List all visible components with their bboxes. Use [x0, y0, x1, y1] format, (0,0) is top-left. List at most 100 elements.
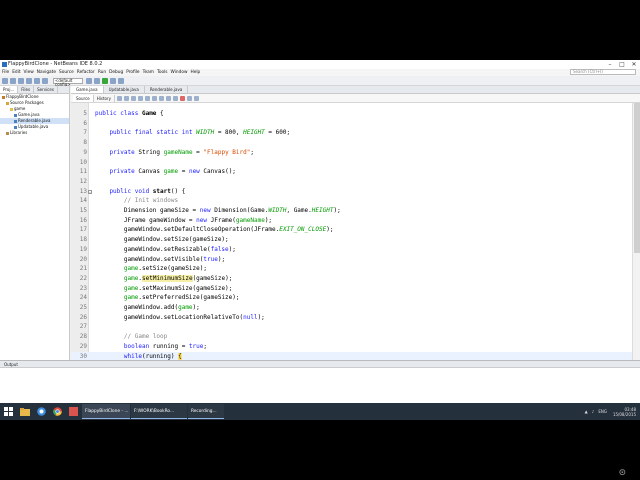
build-icon[interactable]	[86, 77, 92, 84]
shift-left-icon[interactable]	[165, 95, 171, 101]
menu-run[interactable]: Run	[98, 69, 106, 76]
taskbar-explorer[interactable]: F:\WORK\BookRo...	[131, 404, 187, 419]
tab-game-java[interactable]: Game.java	[71, 86, 104, 93]
code-line[interactable]: 23 game.setMaximumSize(gameSize);	[71, 284, 632, 294]
code-line[interactable]: 15 Dimension gameSize = new Dimension(Ga…	[71, 206, 632, 216]
code-line[interactable]: 24 game.setPreferredSize(gameSize);	[71, 293, 632, 303]
run-icon[interactable]	[102, 77, 108, 84]
stop-macro-icon[interactable]	[179, 95, 185, 101]
code-line[interactable]: 13 public void start() {−	[71, 187, 632, 197]
undo-icon[interactable]	[34, 77, 40, 84]
tab-projects[interactable]: Proj...	[0, 86, 19, 93]
code-line[interactable]: 14 // Init windows	[71, 196, 632, 206]
open-project-icon[interactable]	[18, 77, 24, 84]
code-line[interactable]: 30 while(running) {	[71, 351, 632, 360]
close-icon[interactable]: ✕	[628, 60, 640, 69]
code-line[interactable]: 18 gameWindow.setSize(gameSize);	[71, 235, 632, 245]
shift-right-icon[interactable]	[172, 95, 178, 101]
save-all-icon[interactable]	[26, 77, 32, 84]
menu-help[interactable]: Help	[190, 69, 200, 76]
code-line[interactable]: 19 gameWindow.setResizable(false);	[71, 245, 632, 255]
title-bar: FlappyBirdClone - NetBeans IDE 8.0.2 – □…	[0, 60, 640, 69]
menu-file[interactable]: File	[2, 69, 9, 76]
forward-icon[interactable]	[123, 95, 129, 101]
code-line[interactable]: 26 gameWindow.setLocationRelativeTo(null…	[71, 313, 632, 323]
tab-updatable-java[interactable]: Updatable.java	[104, 86, 145, 93]
code-line[interactable]: 10	[71, 158, 632, 168]
code-text: JFrame gameWindow = new JFrame(gameName)…	[95, 217, 272, 224]
browser-icon[interactable]	[33, 403, 49, 420]
taskbar: FlappyBirdClone - ... F:\WORK\BookRo... …	[0, 403, 640, 420]
code-line[interactable]: 8	[71, 138, 632, 148]
menu-debug[interactable]: Debug	[109, 69, 123, 76]
scrollbar-thumb[interactable]	[634, 103, 640, 253]
toggle-highlight-icon[interactable]	[151, 95, 157, 101]
menu-team[interactable]: Team	[143, 69, 154, 76]
code-line[interactable]: 27	[71, 322, 632, 332]
tab-output[interactable]: Output	[4, 362, 18, 367]
bookmark-icon[interactable]	[158, 95, 164, 101]
menu-tools[interactable]: Tools	[157, 69, 168, 76]
clean-build-icon[interactable]	[94, 77, 100, 84]
code-line[interactable]: 6	[71, 119, 632, 129]
comment-icon[interactable]	[186, 95, 192, 101]
code-line[interactable]: 12	[71, 177, 632, 187]
search-input[interactable]: Search (Ctrl+I)	[570, 69, 636, 75]
menu-edit[interactable]: Edit	[12, 69, 20, 76]
tab-services[interactable]: Services	[34, 86, 58, 93]
code-line[interactable]: 25 gameWindow.add(game);	[71, 303, 632, 313]
file-explorer-icon[interactable]	[17, 403, 33, 420]
taskbar-recording[interactable]: Recording...	[188, 404, 224, 419]
network-icon[interactable]: ▲	[585, 409, 588, 414]
code-line[interactable]: 5 public class Game {	[71, 109, 632, 119]
taskbar-netbeans[interactable]: FlappyBirdClone - ...	[82, 404, 130, 419]
tab-files[interactable]: Files	[18, 86, 35, 93]
profile-icon[interactable]	[118, 77, 124, 84]
windows-start-icon[interactable]	[0, 403, 17, 420]
back-icon[interactable]	[116, 95, 122, 101]
tab-renderable-java[interactable]: Renderable.java	[145, 86, 189, 93]
code-line[interactable]: 16 JFrame gameWindow = new JFrame(gameNa…	[71, 216, 632, 226]
code-line[interactable]: 7 public final static int WIDTH = 800, H…	[71, 128, 632, 138]
maximize-icon[interactable]: □	[616, 60, 628, 69]
history-tab[interactable]: History	[94, 94, 115, 102]
menu-profile[interactable]: Profile	[126, 69, 139, 76]
code-line[interactable]: 22 game.setMinimumSize(gameSize);	[71, 274, 632, 284]
new-file-icon[interactable]	[2, 77, 8, 84]
tray-language[interactable]: ENG	[598, 409, 607, 414]
clock[interactable]: 03:48 15/08/2015	[613, 407, 636, 417]
tree-item-libraries[interactable]: Libraries	[0, 130, 69, 136]
code-line[interactable]: 28 // Game loop	[71, 332, 632, 342]
code-token: gameName	[235, 216, 265, 224]
config-select[interactable]: <default config>	[53, 77, 83, 86]
debug-icon[interactable]	[110, 77, 116, 84]
find-previous-icon[interactable]	[137, 95, 143, 101]
code-line[interactable]: 11 private Canvas game = new Canvas();	[71, 167, 632, 177]
new-project-icon[interactable]	[10, 77, 16, 84]
code-line[interactable]: 21 game.setSize(gameSize);	[71, 264, 632, 274]
chrome-icon[interactable]	[49, 403, 65, 420]
code-line[interactable]: 29 boolean running = true;	[71, 342, 632, 352]
find-icon[interactable]	[130, 95, 136, 101]
volume-icon[interactable]: ♪	[592, 409, 595, 414]
app-icon[interactable]	[65, 403, 81, 420]
uncomment-icon[interactable]	[193, 95, 199, 101]
code-token: game	[178, 304, 193, 311]
source-tab[interactable]: Source	[73, 94, 94, 102]
menu-source[interactable]: Source	[59, 69, 74, 76]
code-token: game	[123, 284, 139, 292]
minimize-icon[interactable]: –	[604, 60, 616, 69]
find-next-icon[interactable]	[144, 95, 150, 101]
code-line[interactable]: 17 gameWindow.setDefaultCloseOperation(J…	[71, 225, 632, 235]
code-line[interactable]: 9 private String gameName = "Flappy Bird…	[71, 148, 632, 158]
fold-toggle-icon[interactable]: −	[88, 189, 92, 194]
code-token: Canvas();	[203, 168, 236, 176]
redo-icon[interactable]	[42, 77, 48, 84]
code-area[interactable]: 5 public class Game {6 7 public final stat…	[71, 103, 632, 360]
vertical-scrollbar[interactable]	[632, 103, 640, 360]
menu-navigate[interactable]: Navigate	[37, 69, 56, 76]
menu-window[interactable]: Window	[171, 69, 188, 76]
menu-refactor[interactable]: Refactor	[77, 69, 95, 76]
code-line[interactable]: 20 gameWindow.setVisible(true);	[71, 255, 632, 265]
menu-view[interactable]: View	[24, 69, 34, 76]
